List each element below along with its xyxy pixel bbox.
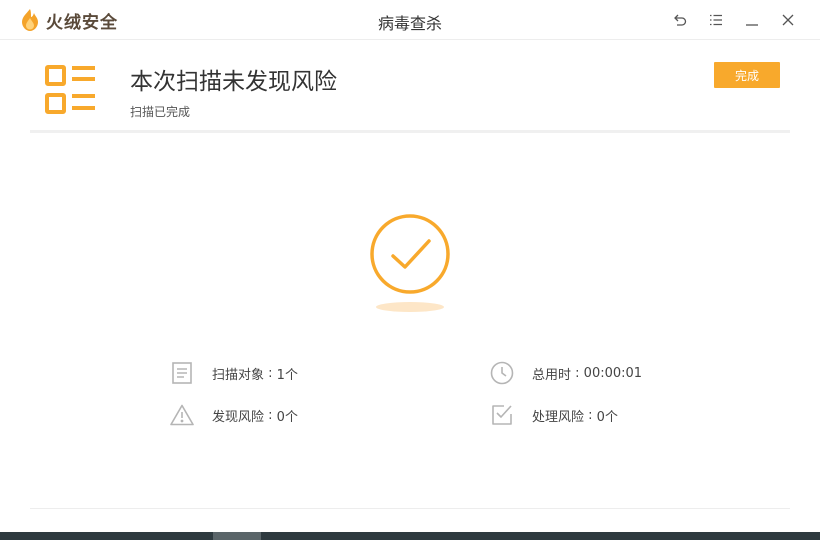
stat-value: 0个	[596, 409, 618, 425]
stat-total-time: 总用时 : 00:00:01	[490, 361, 642, 385]
stat-value: 1个	[276, 367, 298, 383]
taskbar-strip	[0, 532, 820, 540]
success-icon-shadow	[376, 302, 444, 312]
back-button[interactable]	[662, 8, 698, 32]
document-icon	[170, 361, 194, 385]
stat-scan-objects: 扫描对象 : 1个	[170, 361, 298, 385]
minimize-icon	[745, 13, 759, 27]
result-subtitle: 扫描已完成	[130, 105, 191, 119]
result-title: 本次扫描未发现风险	[130, 69, 337, 95]
checkbox-icon	[490, 403, 514, 427]
menu-icon	[709, 14, 723, 26]
report-list-icon	[44, 64, 98, 120]
stat-label: 发现风险	[212, 409, 265, 425]
footer-divider	[30, 508, 790, 509]
title-bar: 火绒安全 病毒查杀	[0, 0, 820, 40]
stat-risks-handled: 处理风险 : 0个	[490, 403, 618, 427]
result-header: 本次扫描未发现风险 扫描已完成 完成	[30, 40, 790, 133]
clock-icon	[490, 361, 514, 385]
stat-value: 00:00:01	[583, 365, 643, 381]
back-icon	[673, 13, 687, 27]
close-button[interactable]	[770, 8, 806, 32]
minimize-button[interactable]	[734, 8, 770, 32]
stat-value: 0个	[276, 409, 298, 425]
stat-label: 处理风险	[532, 409, 585, 425]
success-check-icon	[366, 210, 454, 302]
menu-button[interactable]	[698, 8, 734, 32]
stat-label: 扫描对象	[212, 367, 265, 383]
warning-icon	[170, 403, 194, 427]
taskbar-tab[interactable]	[213, 532, 261, 540]
stat-label: 总用时	[532, 367, 572, 383]
close-icon	[781, 13, 795, 27]
done-button[interactable]: 完成	[714, 62, 780, 88]
stat-risks-found: 发现风险 : 0个	[170, 403, 298, 427]
